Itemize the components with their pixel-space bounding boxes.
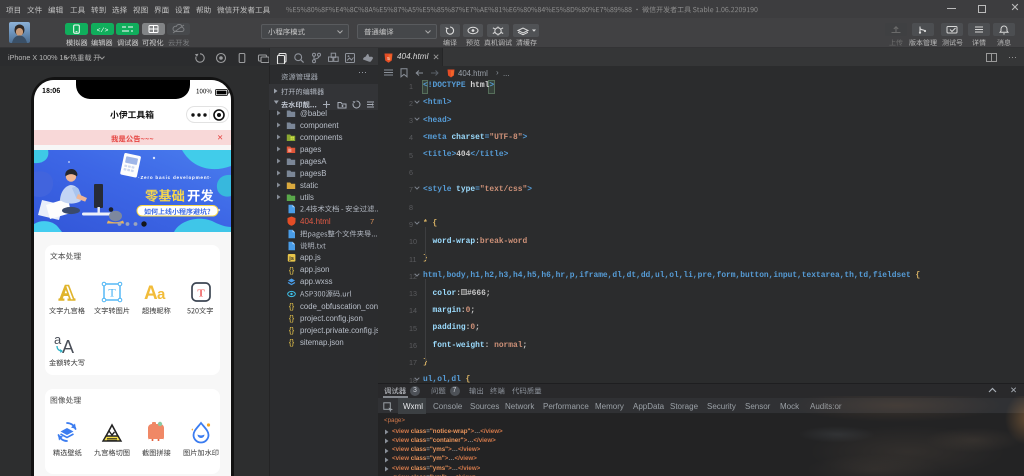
- svg-text:{}: {}: [289, 302, 295, 311]
- svg-text:{}: {}: [289, 266, 295, 275]
- svg-text:{}: {}: [289, 338, 295, 347]
- svg-text:{}: {}: [289, 314, 295, 323]
- svg-text:js: js: [288, 256, 294, 262]
- svg-text:{}: {}: [289, 326, 295, 335]
